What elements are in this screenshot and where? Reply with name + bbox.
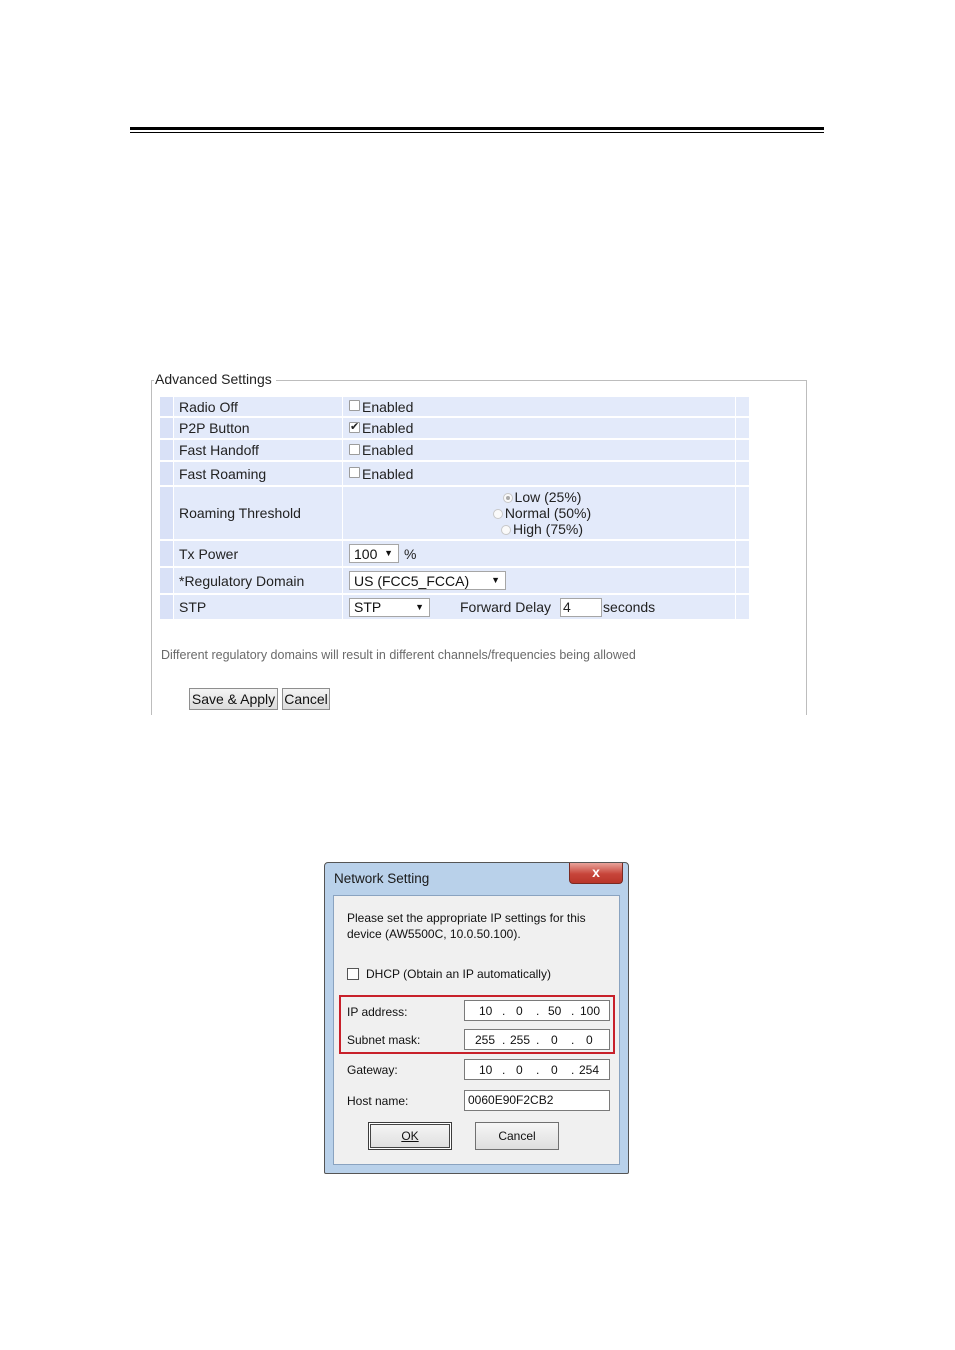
roaming-threshold-radios: Low (25%) Normal (50%) High (75%) [344, 487, 735, 539]
gateway-label: Gateway: [347, 1063, 398, 1077]
subnet-mask-label: Subnet mask: [347, 1033, 421, 1047]
dialog-title: Network Setting [334, 871, 430, 886]
p2p-button-label: P2P Button [173, 418, 343, 438]
chevron-down-icon: ▼ [415, 601, 424, 612]
p2p-enabled-text: Enabled [362, 420, 414, 436]
ip-octet-1: 10 [479, 1004, 493, 1018]
gateway-field[interactable]: 10 . 0 . 0 . 254 [464, 1059, 610, 1080]
row-fast-roaming: Fast Roaming Enabled [160, 462, 749, 487]
host-name-label: Host name: [347, 1094, 409, 1108]
dialog-body: Please set the appropriate IP settings f… [333, 895, 620, 1165]
chevron-down-icon: ▼ [384, 548, 393, 558]
subnet-octet-1: 255 [475, 1033, 496, 1047]
stp-label: STP [173, 595, 343, 619]
tx-power-label: Tx Power [173, 541, 343, 566]
fast-handoff-checkbox[interactable] [349, 443, 360, 455]
fast-handoff-enabled-text: Enabled [362, 442, 414, 458]
tx-power-value: 100 [354, 545, 378, 562]
advanced-settings-legend: Advanced Settings [154, 371, 276, 387]
ip-address-field[interactable]: 10 . 0 . 50 . 100 [464, 1000, 610, 1021]
gateway-octet-2: 0 [516, 1063, 523, 1077]
seconds-label: seconds [603, 599, 656, 615]
settings-table: Radio Off Enabled P2P Button ✔ Enabled Fa… [160, 397, 749, 621]
regulatory-domain-value: US (FCC5_FCCA) [354, 572, 470, 589]
tx-power-unit: % [404, 545, 417, 562]
radio-off-label: Radio Off [173, 397, 343, 416]
regulatory-note: Different regulatory domains will result… [161, 648, 636, 662]
dialog-message-line-1: Please set the appropriate IP settings f… [347, 911, 586, 925]
tx-power-select[interactable]: 100 ▼ [349, 544, 399, 563]
subnet-octet-3: 0 [551, 1033, 558, 1047]
gateway-octet-4: 254 [579, 1063, 600, 1077]
forward-delay-label: Forward Delay [460, 599, 552, 615]
chevron-down-icon: ▼ [491, 575, 500, 585]
close-icon[interactable]: x [569, 863, 623, 884]
cancel-button[interactable]: Cancel [282, 688, 330, 710]
radio-high[interactable] [500, 525, 511, 535]
subnet-octet-2: 255 [510, 1033, 531, 1047]
stp-select[interactable]: STP ▼ [349, 597, 430, 617]
fast-roaming-checkbox[interactable] [349, 467, 360, 478]
gateway-octet-3: 0 [551, 1063, 558, 1077]
gateway-octet-1: 10 [479, 1063, 493, 1077]
dialog-message: Please set the appropriate IP settings f… [347, 910, 612, 942]
row-roaming-threshold: Roaming Threshold Low (25%) Normal (50%)… [160, 487, 749, 541]
dialog-cancel-label: Cancel [498, 1129, 536, 1143]
row-tx-power: Tx Power 100 ▼ % [160, 541, 749, 568]
radio-off-checkbox[interactable] [349, 400, 360, 411]
fast-handoff-label: Fast Handoff [173, 440, 343, 460]
regulatory-domain-label: *Regulatory Domain [173, 568, 343, 593]
radio-low-label: Low (25%) [514, 489, 582, 505]
row-regulatory-domain: *Regulatory Domain US (FCC5_FCCA) ▼ [160, 568, 749, 595]
header-rule-thin [130, 132, 824, 133]
network-setting-dialog: Network Setting x Please set the appropr… [324, 862, 629, 1174]
host-name-field[interactable]: 0060E90F2CB2 [464, 1090, 610, 1111]
fast-roaming-label: Fast Roaming [173, 462, 343, 485]
dhcp-option[interactable]: DHCP (Obtain an IP automatically) [347, 967, 551, 981]
dhcp-checkbox[interactable] [347, 968, 359, 980]
regulatory-domain-select[interactable]: US (FCC5_FCCA) ▼ [349, 571, 506, 590]
stp-value: STP [354, 599, 382, 615]
save-apply-button[interactable]: Save & Apply [189, 688, 278, 710]
dhcp-label: DHCP (Obtain an IP automatically) [366, 967, 551, 981]
row-radio-off: Radio Off Enabled [160, 397, 749, 418]
ok-button[interactable]: OK [368, 1122, 452, 1150]
roaming-threshold-label: Roaming Threshold [173, 487, 343, 539]
dialog-cancel-button[interactable]: Cancel [475, 1122, 559, 1150]
ip-address-label: IP address: [347, 1005, 408, 1019]
ip-octet-2: 0 [516, 1004, 523, 1018]
subnet-mask-field[interactable]: 255 . 255 . 0 . 0 [464, 1029, 610, 1050]
radio-low[interactable] [502, 493, 513, 503]
dialog-message-line-2: device (AW5500C, 10.0.50.100). [347, 927, 521, 941]
advanced-settings-panel: Advanced Settings Radio Off Enabled P2P … [151, 371, 807, 715]
forward-delay-input[interactable]: 4 [560, 597, 603, 617]
ip-octet-4: 100 [580, 1004, 601, 1018]
row-p2p-button: P2P Button ✔ Enabled [160, 418, 749, 440]
radio-normal-label: Normal (50%) [504, 505, 592, 521]
ip-octet-3: 50 [548, 1004, 562, 1018]
header-rule [130, 127, 824, 130]
subnet-octet-4: 0 [586, 1033, 593, 1047]
fast-roaming-enabled-text: Enabled [362, 465, 414, 482]
row-fast-handoff: Fast Handoff Enabled [160, 440, 749, 462]
radio-normal[interactable] [492, 509, 503, 519]
radio-off-enabled-text: Enabled [362, 398, 414, 415]
row-stp: STP STP ▼ Forward Delay 4 seconds [160, 595, 749, 621]
ok-button-label: OK [401, 1129, 419, 1143]
radio-high-label: High (75%) [512, 521, 584, 537]
p2p-button-checkbox[interactable]: ✔ [349, 421, 360, 433]
